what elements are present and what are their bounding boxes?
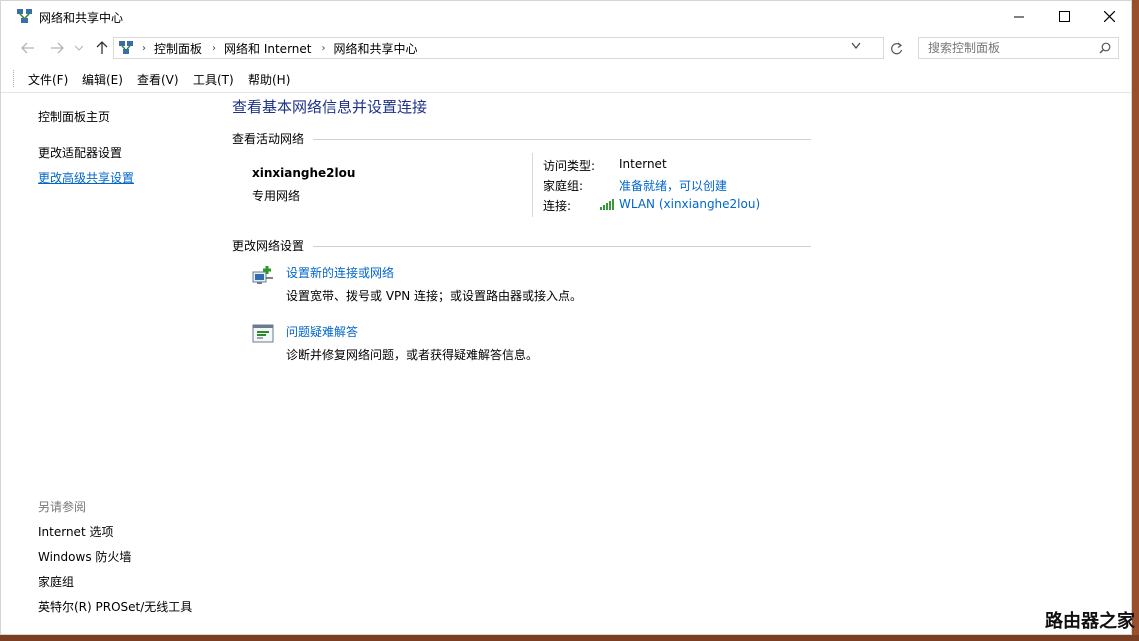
desktop-bottom-edge	[0, 635, 1139, 641]
address-bar[interactable]: › 控制面板 › 网络和 Internet › 网络和共享中心	[113, 37, 884, 59]
change-settings-heading: 更改网络设置	[232, 239, 305, 253]
recent-locations-button[interactable]	[73, 40, 85, 56]
address-dropdown-icon[interactable]	[851, 42, 861, 50]
back-arrow-icon	[21, 42, 34, 54]
access-type-value: Internet	[619, 157, 667, 171]
refresh-icon	[890, 42, 902, 54]
menu-bar: 文件(F) 编辑(E) 查看(V) 工具(T) 帮助(H)	[1, 66, 1131, 93]
maximize-button[interactable]	[1041, 1, 1087, 32]
network-setup-icon	[252, 266, 273, 284]
minimize-button[interactable]	[996, 1, 1042, 32]
control-panel-home-link[interactable]: 控制面板主页	[38, 108, 110, 125]
forward-arrow-icon	[51, 42, 64, 54]
menu-edit[interactable]: 编辑(E)	[82, 71, 123, 88]
up-arrow-icon	[96, 41, 108, 54]
access-type-label: 访问类型:	[543, 159, 596, 173]
homegroup-label: 家庭组:	[543, 179, 584, 193]
active-networks-heading: 查看活动网络	[232, 132, 305, 146]
menu-grip	[13, 70, 15, 87]
title-bar: 网络和共享中心	[1, 1, 1131, 32]
menu-file[interactable]: 文件(F)	[28, 71, 68, 88]
section-divider	[313, 246, 811, 247]
search-box[interactable]	[918, 37, 1119, 59]
setup-new-connection-link[interactable]: 设置新的连接或网络	[286, 264, 394, 281]
chevron-down-icon	[75, 45, 83, 51]
breadcrumb-control-panel[interactable]: 控制面板	[154, 40, 202, 57]
connection-label: 连接:	[543, 199, 572, 213]
close-icon	[1103, 11, 1115, 22]
breadcrumb-network-sharing-center[interactable]: 网络和共享中心	[333, 40, 417, 57]
back-button[interactable]	[19, 40, 37, 56]
window-title: 网络和共享中心	[39, 11, 124, 25]
wlan-connection-link[interactable]: WLAN (xinxianghe2lou)	[619, 197, 760, 211]
close-button[interactable]	[1086, 1, 1132, 32]
left-navigation-pane: 控制面板主页 更改适配器设置 更改高级共享设置 另请参阅 Internet 选项…	[1, 93, 219, 633]
homegroup-link[interactable]: 家庭组	[38, 573, 74, 590]
section-divider	[313, 139, 811, 140]
network-center-icon	[17, 9, 32, 23]
refresh-button[interactable]	[885, 37, 907, 59]
breadcrumb-separator[interactable]: ›	[321, 43, 325, 54]
change-advanced-sharing-link[interactable]: 更改高级共享设置	[38, 169, 134, 186]
menu-view[interactable]: 查看(V)	[137, 71, 179, 88]
see-also-heading: 另请参阅	[38, 500, 87, 514]
desktop-background	[1132, 0, 1139, 641]
windows-firewall-link[interactable]: Windows 防火墙	[38, 548, 131, 565]
control-panel-icon	[119, 41, 133, 54]
network-info-divider	[532, 153, 533, 217]
menu-help[interactable]: 帮助(H)	[248, 71, 290, 88]
change-adapter-settings-link[interactable]: 更改适配器设置	[38, 144, 122, 161]
search-input[interactable]	[919, 38, 1098, 58]
network-sharing-window: 网络和共享中心 › 控制面板 › 网络和 Internet › 网络和共享中心 …	[0, 0, 1132, 635]
breadcrumb-separator: ›	[142, 42, 146, 54]
breadcrumb-network-internet[interactable]: 网络和 Internet	[224, 40, 311, 57]
network-name: xinxianghe2lou	[252, 166, 356, 180]
troubleshoot-problems-link[interactable]: 问题疑难解答	[286, 323, 358, 340]
wifi-signal-icon	[600, 199, 614, 210]
menu-tools[interactable]: 工具(T)	[193, 71, 234, 88]
forward-button[interactable]	[48, 40, 66, 56]
internet-options-link[interactable]: Internet 选项	[38, 523, 113, 540]
up-button[interactable]	[93, 40, 111, 56]
watermark-logo: 路由器之家	[1045, 611, 1135, 632]
troubleshoot-problems-desc: 诊断并修复网络问题，或者获得疑难解答信息。	[286, 348, 539, 362]
troubleshoot-icon	[252, 324, 274, 343]
homegroup-status-link[interactable]: 准备就绪，可以创建	[619, 177, 727, 194]
breadcrumb-separator[interactable]: ›	[212, 43, 216, 54]
network-type: 专用网络	[252, 189, 301, 203]
breadcrumb: › 控制面板 › 网络和 Internet › 网络和共享中心	[114, 38, 418, 58]
intel-proset-link[interactable]: 英特尔(R) PROSet/无线工具	[38, 598, 192, 615]
minimize-icon	[1014, 16, 1024, 17]
setup-new-connection-desc: 设置宽带、拨号或 VPN 连接；或设置路由器或接入点。	[286, 289, 583, 303]
search-icon[interactable]	[1099, 42, 1111, 54]
page-title: 查看基本网络信息并设置连接	[232, 98, 428, 116]
maximize-icon	[1058, 11, 1070, 22]
